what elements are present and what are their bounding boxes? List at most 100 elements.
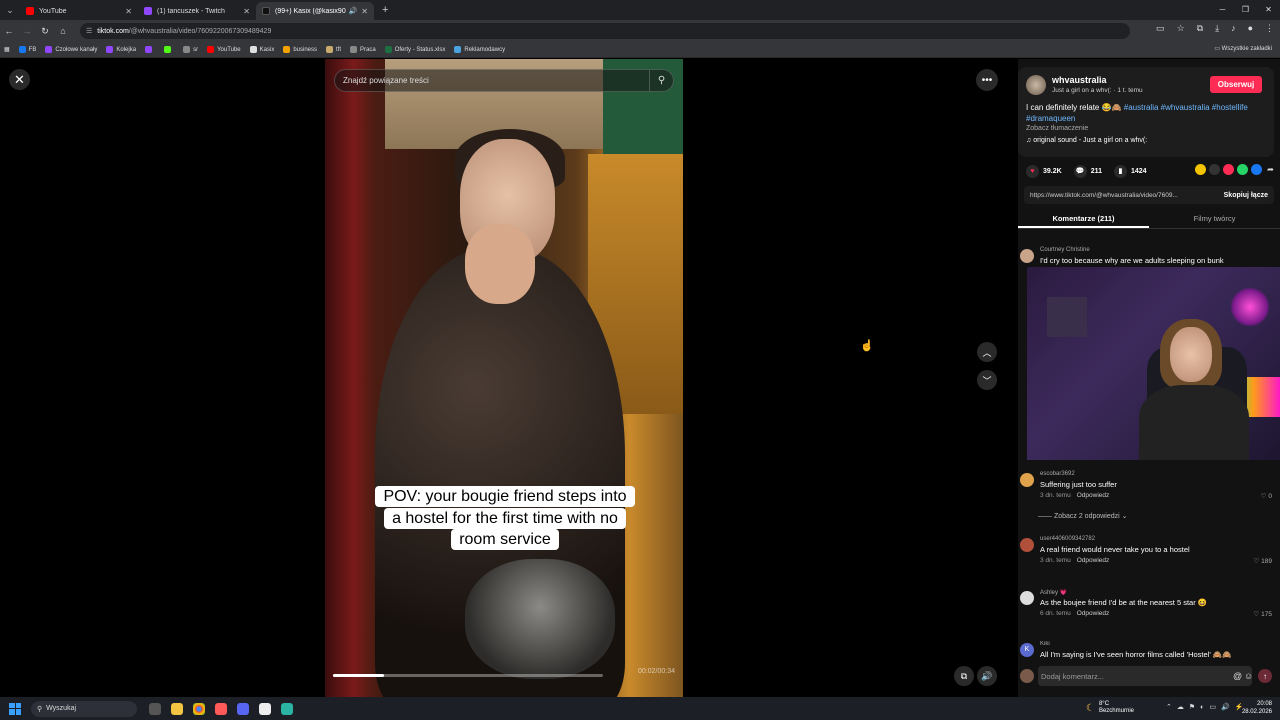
- volume-icon[interactable]: 🔊: [977, 666, 997, 686]
- close-icon[interactable]: ✕: [9, 69, 30, 90]
- comment-avatar[interactable]: [1020, 473, 1034, 487]
- bookmark-youtube[interactable]: YouTube: [207, 46, 241, 53]
- copy-link-button[interactable]: Skopiuj łącze: [1224, 192, 1268, 199]
- tab-twitch[interactable]: (1) tancuszek - Twitch ✕: [138, 2, 256, 20]
- discord-icon[interactable]: [237, 702, 249, 715]
- more-options-icon[interactable]: •••: [976, 69, 998, 91]
- tab-search-icon[interactable]: ⌄: [0, 0, 20, 20]
- forward-icon[interactable]: →: [18, 26, 36, 36]
- send-icon[interactable]: [1223, 164, 1234, 175]
- comment-avatar[interactable]: K: [1020, 643, 1034, 657]
- audio-playing-icon[interactable]: 🔊: [349, 7, 358, 15]
- sound-link[interactable]: ♫ original sound - Just a girl on a whv(…: [1026, 137, 1147, 144]
- system-tray[interactable]: ⌃☁⚑◐▭🔊⚡: [1166, 703, 1248, 711]
- comment-avatar[interactable]: [1020, 249, 1034, 263]
- bookmark-tft[interactable]: tft: [326, 46, 341, 53]
- maximize-icon[interactable]: ❐: [1234, 0, 1257, 20]
- whatsapp-icon[interactable]: [1237, 164, 1248, 175]
- windows-start-icon[interactable]: [9, 702, 21, 715]
- comment-author[interactable]: Ashley 💗: [1040, 589, 1067, 596]
- reply-button[interactable]: Odpowiedz: [1077, 610, 1110, 617]
- tab-creator-videos[interactable]: Filmy twórcy: [1149, 209, 1280, 228]
- save-button[interactable]: ▮ 1424: [1113, 164, 1147, 178]
- facebook-icon[interactable]: [1251, 164, 1262, 175]
- site-info-icon[interactable]: ☰: [86, 27, 92, 35]
- comment-button[interactable]: 💬 211: [1073, 164, 1102, 178]
- search-icon[interactable]: ⚲: [649, 70, 673, 91]
- bookmark-czolowe[interactable]: Czołowe kanały: [45, 46, 97, 53]
- tab-tiktok[interactable]: (99+) Kasix (@kasix909) | Ti... 🔊 ✕: [256, 2, 374, 20]
- cast-icon[interactable]: ▭: [1156, 23, 1165, 34]
- apps-icon[interactable]: ▦: [4, 46, 10, 53]
- new-tab-icon[interactable]: +: [382, 4, 388, 16]
- media-icon[interactable]: ♪: [1231, 23, 1236, 34]
- tab-comments[interactable]: Komentarze (211): [1018, 209, 1149, 228]
- download-icon[interactable]: ⤓: [1215, 23, 1219, 34]
- all-bookmarks[interactable]: ▭ Wszystkie zakładki: [1214, 45, 1272, 52]
- author-avatar[interactable]: [1026, 75, 1046, 95]
- like-button[interactable]: ♥ 39.2K: [1026, 164, 1062, 178]
- comment-input[interactable]: Dodaj komentarz...: [1038, 666, 1252, 686]
- video-progress-bar[interactable]: [333, 674, 603, 677]
- bookmark-kasix[interactable]: Kasix: [249, 46, 274, 53]
- pip-icon[interactable]: ⧉: [954, 666, 974, 686]
- profile-avatar[interactable]: ●: [1248, 23, 1253, 34]
- follow-button[interactable]: Obserwuj: [1210, 76, 1262, 93]
- task-view-icon[interactable]: [149, 702, 161, 715]
- emoji-icon[interactable]: ☺: [1244, 666, 1253, 686]
- bookmark-twitch[interactable]: [145, 46, 155, 53]
- taskbar-search[interactable]: ⚲ Wyszukaj: [31, 700, 137, 717]
- address-bar[interactable]: ☰ tiktok.com /@whvaustralia/video/760922…: [80, 23, 1130, 39]
- bookmark-reklamodawcy[interactable]: Reklamodawcy: [454, 46, 505, 53]
- bookmark-oferty[interactable]: Oferty - Status.xlsx: [384, 46, 445, 53]
- tab-youtube[interactable]: YouTube ✕: [20, 2, 138, 20]
- mention-icon[interactable]: @: [1233, 666, 1242, 686]
- comment-avatar[interactable]: [1020, 591, 1034, 605]
- minimize-icon[interactable]: ─: [1211, 0, 1234, 20]
- comment-like-button[interactable]: ♡ 189: [1254, 557, 1272, 565]
- close-tab-icon[interactable]: ✕: [125, 7, 132, 16]
- comment-like-button[interactable]: ♡ 175: [1254, 610, 1272, 618]
- back-icon[interactable]: ←: [0, 26, 18, 36]
- bookmark-praca[interactable]: Praca: [350, 46, 376, 53]
- weather-widget[interactable]: ☾ 8°C Bezchmurnie: [1086, 701, 1134, 715]
- comment-author[interactable]: user4406009342782: [1040, 536, 1095, 542]
- next-video-icon[interactable]: ﹀: [977, 370, 997, 390]
- file-explorer-icon[interactable]: [171, 702, 183, 715]
- share-icon[interactable]: ➦: [1265, 164, 1276, 175]
- reload-icon[interactable]: ↻: [36, 26, 54, 37]
- translate-link[interactable]: Zobacz tłumaczenie: [1026, 125, 1088, 132]
- menu-icon[interactable]: ⋮: [1265, 23, 1274, 34]
- comment-author[interactable]: Kiki: [1040, 641, 1050, 647]
- embed-icon[interactable]: [1209, 164, 1220, 175]
- bookmark-kick[interactable]: [164, 46, 174, 53]
- send-comment-icon[interactable]: ↑: [1258, 669, 1272, 683]
- view-replies-button[interactable]: —— Zobacz 2 odpowiedzi ⌄: [1038, 512, 1128, 520]
- extensions-icon[interactable]: ⧉: [1197, 23, 1203, 34]
- comment-avatar[interactable]: [1020, 538, 1034, 552]
- bookmark-business[interactable]: business: [283, 46, 317, 53]
- bookmark-star-icon[interactable]: ☆: [1177, 23, 1185, 34]
- comment-author[interactable]: escobar3692: [1040, 471, 1075, 477]
- chrome-icon[interactable]: [193, 702, 205, 715]
- reply-button[interactable]: Odpowiedz: [1077, 492, 1110, 499]
- author-username[interactable]: whvaustralia: [1052, 75, 1107, 85]
- close-tab-icon[interactable]: ✕: [243, 7, 250, 16]
- home-icon[interactable]: ⌂: [54, 26, 72, 36]
- close-tab-icon[interactable]: ✕: [361, 7, 368, 16]
- related-search-input[interactable]: Znajdź powiązane treści ⚲: [334, 69, 674, 92]
- media-player-icon[interactable]: [259, 702, 271, 715]
- app-icon[interactable]: [215, 702, 227, 715]
- comment-author[interactable]: Courtney Christine: [1040, 247, 1090, 253]
- bookmark-kolejka[interactable]: Kolejka: [106, 46, 136, 53]
- share-link[interactable]: https://www.tiktok.com/@whvaustralia/vid…: [1030, 192, 1178, 199]
- app-icon[interactable]: [281, 702, 293, 715]
- bookmark-fb[interactable]: FB: [18, 46, 36, 53]
- taskbar-clock[interactable]: 20:08 28.02.2026: [1242, 700, 1272, 716]
- comment-like-button[interactable]: ♡ 0: [1261, 492, 1272, 500]
- previous-video-icon[interactable]: ︿: [977, 342, 997, 362]
- video-player[interactable]: Znajdź powiązane treści ⚲ POV: your boug…: [325, 59, 683, 697]
- coin-icon[interactable]: [1195, 164, 1206, 175]
- reply-button[interactable]: Odpowiedz: [1077, 557, 1110, 564]
- bookmark-sr[interactable]: sr: [183, 46, 198, 53]
